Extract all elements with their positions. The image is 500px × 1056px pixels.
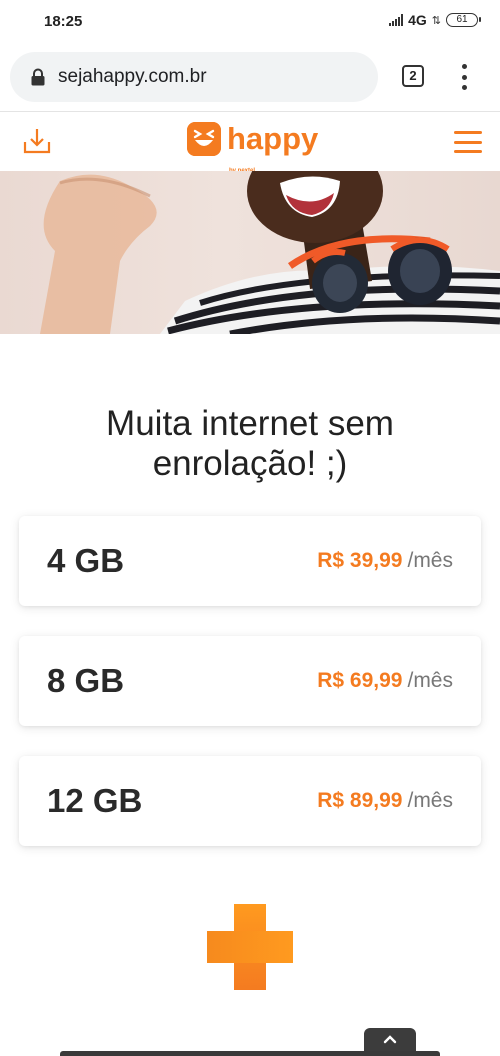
page-headline: Muita internet sem enrolação! ;) [106, 404, 394, 483]
plan-price-group: R$ 89,99 /mês [317, 789, 453, 813]
status-time: 18:25 [44, 13, 83, 30]
smiling-person-headphones-photo [40, 171, 500, 334]
tab-switcher-button[interactable]: 2 [402, 65, 424, 87]
kebab-menu-icon[interactable] [458, 64, 470, 90]
plan-period: /mês [407, 669, 453, 692]
plan-size: 4 GB [47, 542, 125, 579]
plus-icon [207, 904, 293, 990]
browser-toolbar: sejahappy.com.br 2 [0, 44, 500, 112]
plan-card-8gb[interactable]: 8 GB R$ 69,99 /mês [19, 636, 481, 726]
plan-price-group: R$ 69,99 /mês [317, 669, 453, 693]
plan-size: 8 GB [47, 662, 125, 699]
network-type: 4G [408, 12, 427, 28]
plan-price: R$ 39,99 [317, 549, 403, 572]
bottom-bar [60, 1051, 440, 1056]
plan-card-12gb[interactable]: 12 GB R$ 89,99 /mês [19, 756, 481, 846]
plan-card-4gb[interactable]: 4 GB R$ 39,99 /mês [19, 516, 481, 606]
site-header: happy by nextel [0, 113, 500, 175]
status-bar: 18:25 4G ⇅ 61 [0, 0, 500, 44]
logo-wordmark: happy by nextel [227, 122, 318, 175]
plan-period: /mês [407, 789, 453, 812]
lock-icon [31, 68, 45, 86]
signal-icon [389, 14, 404, 26]
plan-price-group: R$ 39,99 /mês [317, 549, 453, 573]
data-activity-icon: ⇅ [431, 14, 441, 27]
hero-image [0, 171, 500, 334]
status-icons: 4G ⇅ 61 [389, 12, 481, 28]
chevron-up-icon [383, 1035, 397, 1044]
url-text: sejahappy.com.br [58, 66, 207, 87]
happy-logo[interactable]: happy by nextel [187, 122, 318, 175]
plan-size: 12 GB [47, 782, 143, 819]
plan-price: R$ 69,99 [317, 669, 403, 692]
download-icon[interactable] [22, 126, 52, 156]
battery-icon: 61 [446, 13, 481, 27]
address-bar[interactable]: sejahappy.com.br [10, 52, 378, 102]
logo-face-icon [187, 122, 221, 156]
hamburger-menu-icon[interactable] [454, 131, 482, 153]
plan-price: R$ 89,99 [317, 789, 403, 812]
plan-period: /mês [407, 549, 453, 572]
